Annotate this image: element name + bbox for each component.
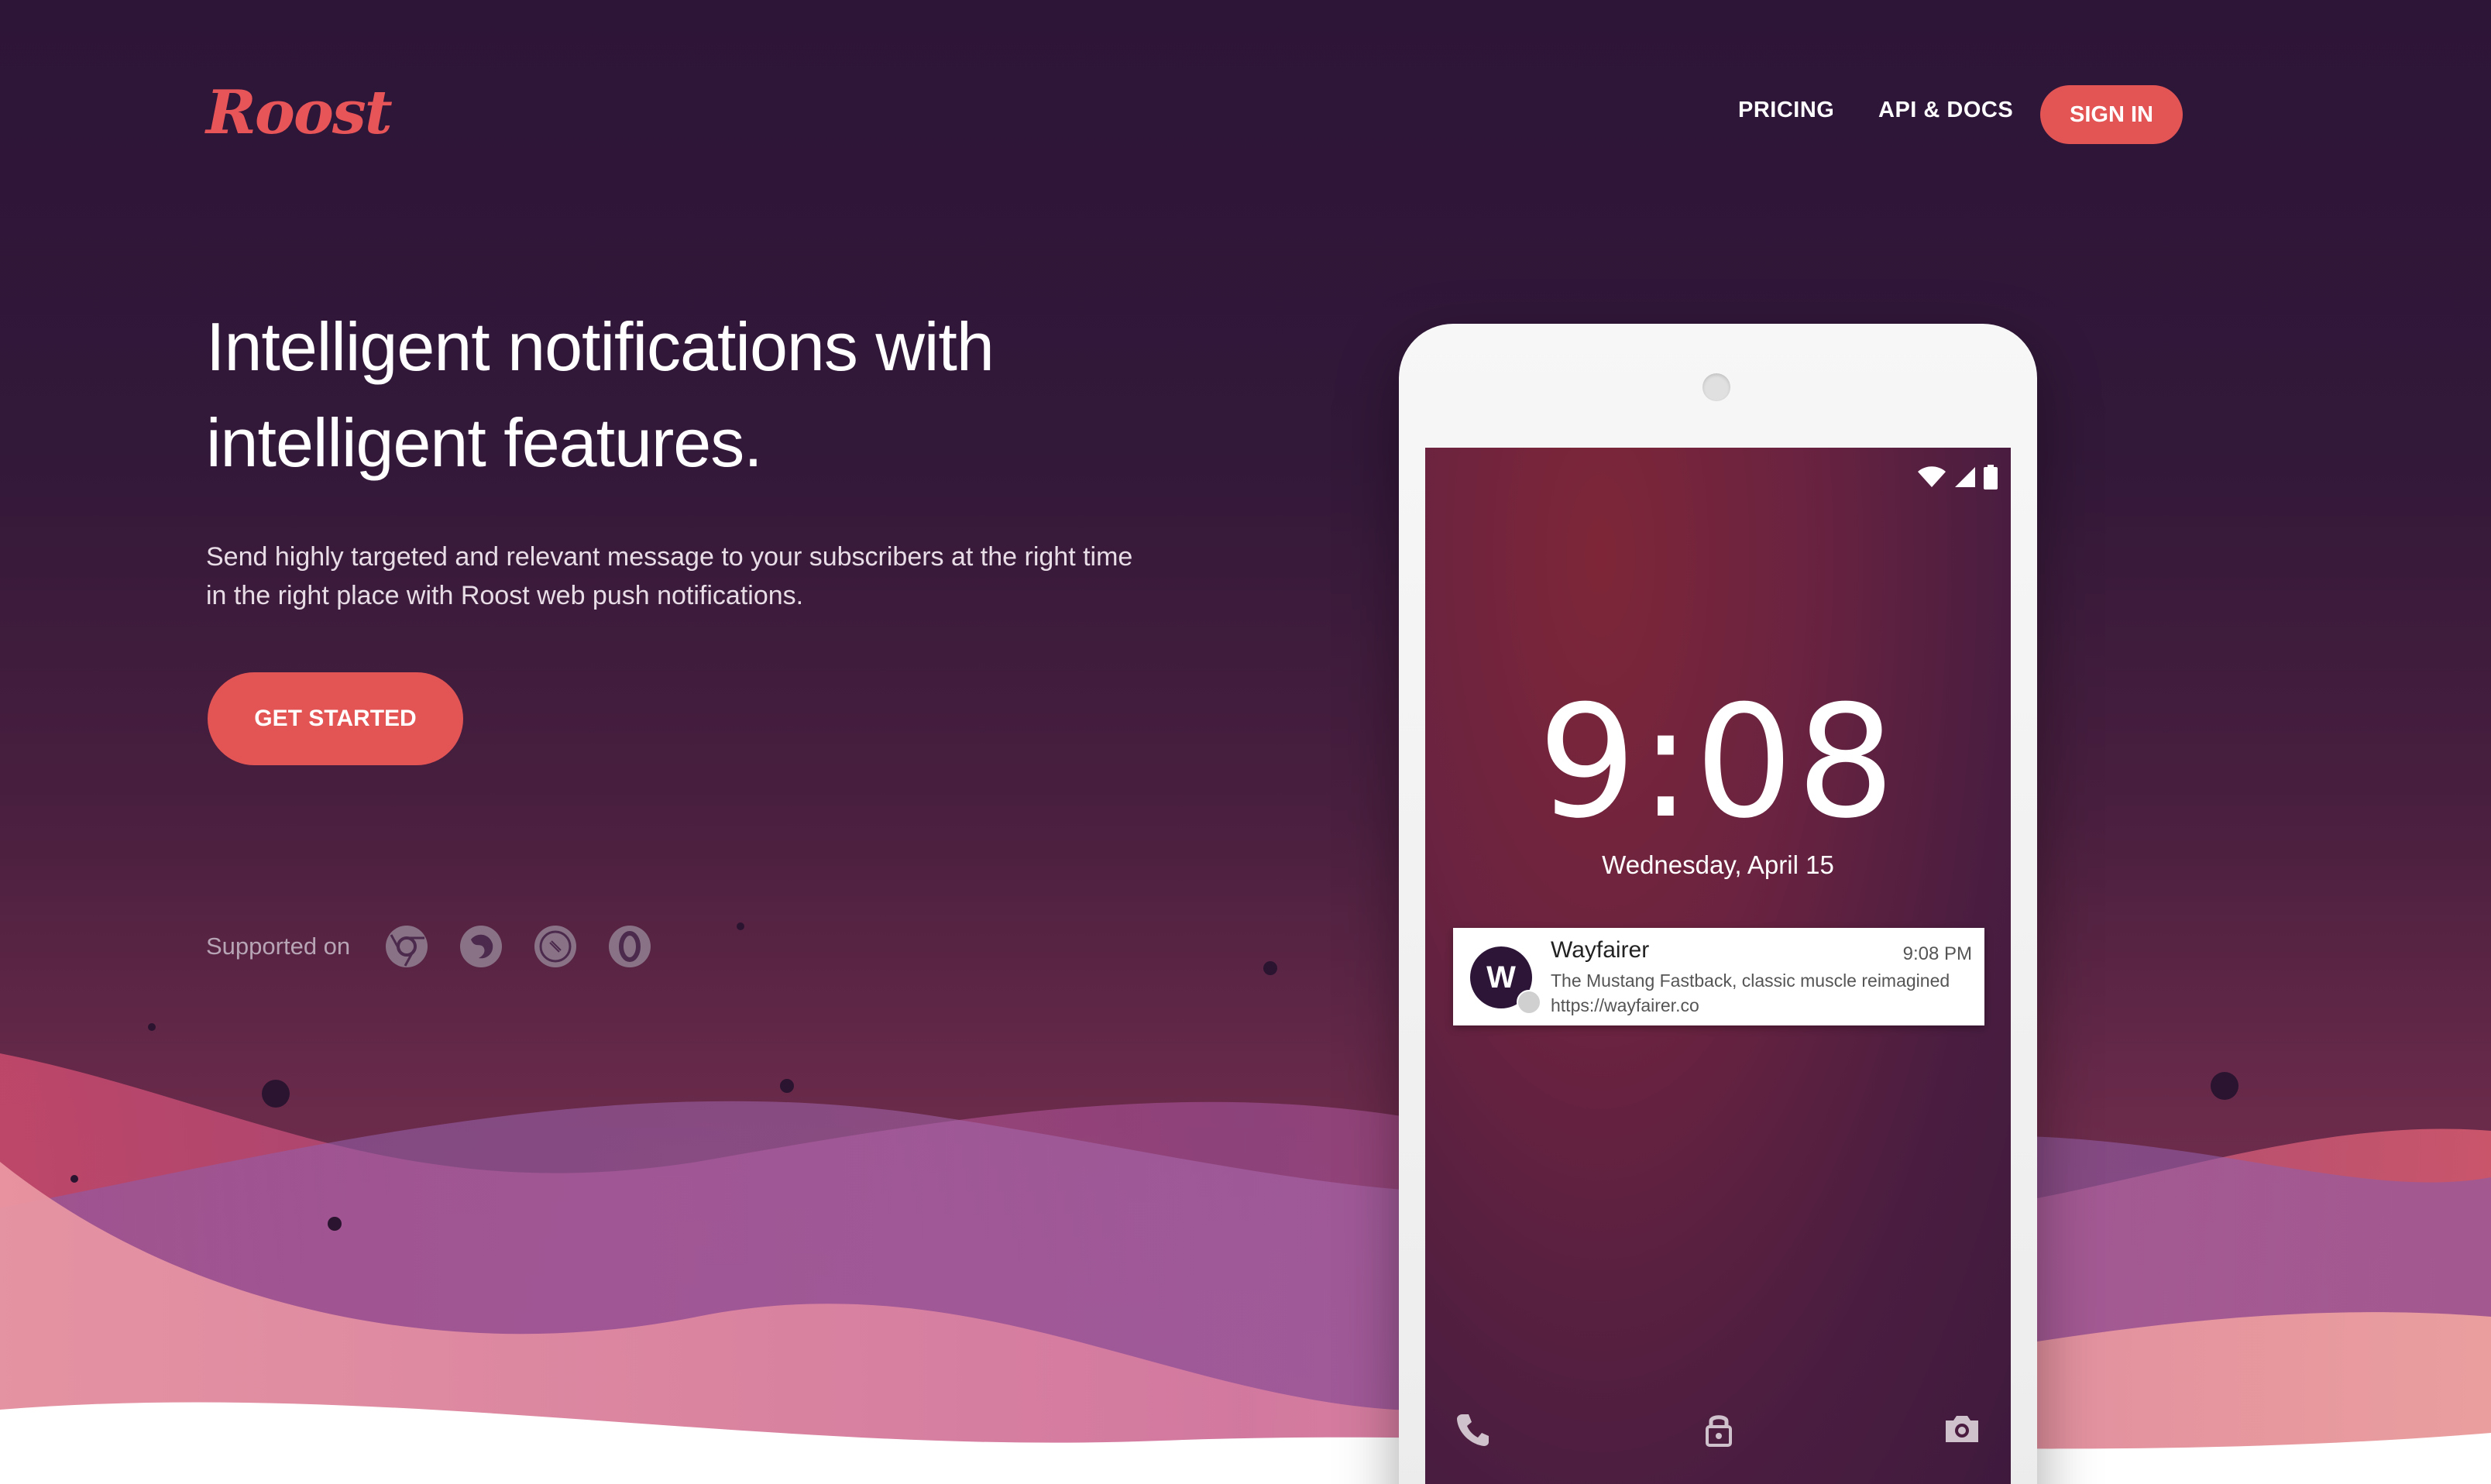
battery-icon (1984, 465, 1998, 490)
top-navigation: Roost PRICING API & DOCS SIGN IN (0, 0, 2491, 232)
push-notification[interactable]: W Wayfairer 9:08 PM The Mustang Fastback… (1453, 928, 1984, 1025)
lock-screen-time: 9:08 (1538, 672, 1898, 853)
opera-icon (609, 926, 651, 967)
page: Roost PRICING API & DOCS SIGN IN Intelli… (0, 0, 2491, 1484)
status-bar (1916, 465, 1998, 490)
safari-icon (534, 926, 577, 967)
notification-title: Wayfairer (1551, 937, 1650, 963)
lock-icon[interactable] (1698, 1408, 1740, 1450)
phone-lock-screen: 9:08 Wednesday, April 15 W Wayfairer 9:0… (1425, 448, 2011, 1484)
chrome-icon (386, 926, 428, 967)
phone-mockup: 9:08 Wednesday, April 15 W Wayfairer 9:0… (1399, 324, 2037, 1484)
get-started-button[interactable]: GET STARTED (208, 672, 463, 765)
bell-icon (1517, 990, 1541, 1015)
notification-body: The Mustang Fastback, classic muscle rei… (1551, 968, 1977, 1018)
nav-pricing-link[interactable]: PRICING (1738, 98, 1834, 123)
roost-logo[interactable]: Roost (206, 77, 393, 148)
lock-screen-actions (1425, 1408, 2011, 1462)
signal-icon (1955, 467, 1975, 487)
phone-speaker (1702, 373, 1730, 401)
supported-label: Supported on (206, 933, 351, 960)
sign-in-button[interactable]: SIGN IN (2040, 85, 2183, 144)
firefox-icon (460, 926, 503, 967)
hero-title: Intelligent notifications with intellige… (206, 308, 995, 481)
wifi-icon (1918, 466, 1946, 487)
nav-api-docs-link[interactable]: API & DOCS (1878, 98, 2013, 123)
notification-time: 9:08 PM (1902, 943, 1972, 964)
notification-url: https://wayfairer.co (1551, 995, 1699, 1015)
lock-screen-date: Wednesday, April 15 (1602, 850, 1834, 879)
notification-message: The Mustang Fastback, classic muscle rei… (1551, 970, 1950, 991)
phone-icon[interactable] (1452, 1408, 1493, 1450)
supported-browsers: Supported on (206, 923, 682, 970)
hero-subtitle: Send highly targeted and relevant messag… (206, 542, 1133, 610)
camera-icon[interactable] (1941, 1408, 1983, 1450)
